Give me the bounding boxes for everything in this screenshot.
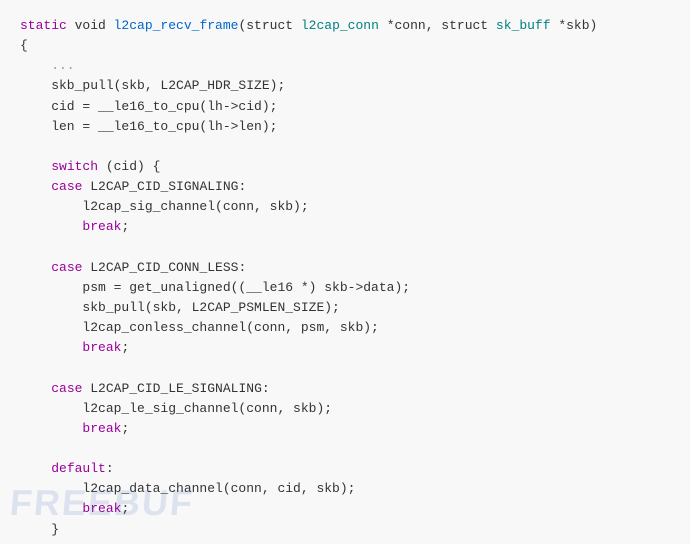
code-token: psm = get_unaligned((__le16 *) skb->data…: [20, 280, 410, 295]
code-line: case L2CAP_CID_CONN_LESS:: [20, 258, 670, 278]
code-token: }: [20, 522, 59, 537]
code-token: [20, 260, 51, 275]
code-line: switch (cid) {: [20, 157, 670, 177]
code-token: [20, 421, 82, 436]
code-token: case: [51, 179, 82, 194]
code-token: [20, 461, 51, 476]
code-line: ...: [20, 56, 670, 76]
code-token: [20, 159, 51, 174]
code-line: break;: [20, 419, 670, 439]
code-token: (struct: [238, 18, 300, 33]
code-line: {: [20, 36, 670, 56]
code-token: default: [51, 461, 106, 476]
code-line: [20, 439, 670, 459]
code-token: {: [20, 38, 28, 53]
code-token: l2cap_conn: [301, 18, 379, 33]
code-token: break: [82, 501, 121, 516]
code-token: *skb): [551, 18, 598, 33]
code-token: cid = __le16_to_cpu(lh->cid);: [20, 99, 277, 114]
code-token: break: [82, 340, 121, 355]
code-line: break;: [20, 217, 670, 237]
code-line: break;: [20, 499, 670, 519]
code-line: l2cap_conless_channel(conn, psm, skb);: [20, 318, 670, 338]
code-token: l2cap_sig_channel(conn, skb);: [20, 199, 309, 214]
code-token: ;: [121, 219, 129, 234]
code-line: default:: [20, 459, 670, 479]
code-line: break;: [20, 338, 670, 358]
code-token: [20, 340, 82, 355]
code-line: case L2CAP_CID_LE_SIGNALING:: [20, 379, 670, 399]
code-token: ;: [121, 501, 129, 516]
code-token: switch: [51, 159, 98, 174]
code-token: *conn, struct: [379, 18, 496, 33]
code-token: [20, 219, 82, 234]
code-token: :: [106, 461, 114, 476]
code-line: }: [20, 520, 670, 540]
code-line: skb_pull(skb, L2CAP_PSMLEN_SIZE);: [20, 298, 670, 318]
code-line: case L2CAP_CID_SIGNALING:: [20, 177, 670, 197]
code-token: case: [51, 260, 82, 275]
code-line: l2cap_data_channel(conn, cid, skb);: [20, 479, 670, 499]
code-token: [20, 501, 82, 516]
code-token: [20, 179, 51, 194]
code-line: cid = __le16_to_cpu(lh->cid);: [20, 97, 670, 117]
code-token: break: [82, 421, 121, 436]
code-token: ;: [121, 421, 129, 436]
code-token: (cid) {: [98, 159, 160, 174]
code-token: skb_pull(skb, L2CAP_HDR_SIZE);: [20, 78, 285, 93]
code-line: l2cap_sig_channel(conn, skb);: [20, 197, 670, 217]
code-token: l2cap_le_sig_channel(conn, skb);: [20, 401, 332, 416]
code-token: L2CAP_CID_CONN_LESS:: [82, 260, 246, 275]
code-token: void: [67, 18, 114, 33]
code-token: len = __le16_to_cpu(lh->len);: [20, 119, 277, 134]
code-line: [20, 137, 670, 157]
code-token: l2cap_recv_frame: [114, 18, 239, 33]
code-line: l2cap_le_sig_channel(conn, skb);: [20, 399, 670, 419]
code-token: sk_buff: [496, 18, 551, 33]
code-token: case: [51, 381, 82, 396]
code-token: static: [20, 18, 67, 33]
code-line: psm = get_unaligned((__le16 *) skb->data…: [20, 278, 670, 298]
code-token: l2cap_data_channel(conn, cid, skb);: [20, 481, 355, 496]
code-token: ...: [20, 58, 75, 73]
code-line: len = __le16_to_cpu(lh->len);: [20, 117, 670, 137]
code-block: static void l2cap_recv_frame(struct l2ca…: [20, 16, 670, 540]
code-token: ;: [121, 340, 129, 355]
code-line: [20, 358, 670, 378]
code-line: skb_pull(skb, L2CAP_HDR_SIZE);: [20, 76, 670, 96]
code-token: skb_pull(skb, L2CAP_PSMLEN_SIZE);: [20, 300, 340, 315]
code-token: L2CAP_CID_SIGNALING:: [82, 179, 246, 194]
code-token: [20, 381, 51, 396]
code-line: [20, 238, 670, 258]
code-token: l2cap_conless_channel(conn, psm, skb);: [20, 320, 379, 335]
code-token: L2CAP_CID_LE_SIGNALING:: [82, 381, 269, 396]
code-line: static void l2cap_recv_frame(struct l2ca…: [20, 16, 670, 36]
code-token: break: [82, 219, 121, 234]
code-container: static void l2cap_recv_frame(struct l2ca…: [0, 0, 690, 544]
